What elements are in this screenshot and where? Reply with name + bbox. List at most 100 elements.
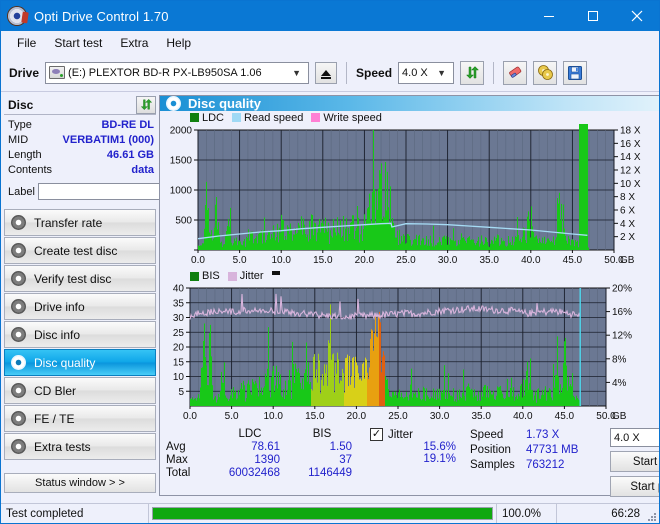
sidebar-item-label: Disc info [34, 327, 81, 342]
svg-text:6 X: 6 X [620, 206, 635, 217]
svg-text:10 X: 10 X [620, 179, 641, 190]
svg-text:GB: GB [612, 411, 627, 422]
marker-icon [271, 271, 280, 275]
close-icon[interactable] [615, 1, 659, 31]
jitter-label: Jitter [388, 428, 413, 441]
svg-text:2 X: 2 X [620, 232, 635, 243]
drive-label: Drive [9, 65, 40, 80]
jitter-max-value: 19.1% [423, 453, 456, 465]
menu-start-test[interactable]: Start test [46, 34, 110, 52]
samples-row: Samples 763212 [470, 458, 610, 473]
content-panel: Disc quality LDC Read speed Write speed … [159, 95, 659, 497]
drive-select[interactable]: (E:) PLEXTOR BD-R PX-LB950SA 1.06 ▼ [45, 61, 310, 84]
disc-icon [11, 411, 26, 426]
svg-text:500: 500 [175, 216, 192, 227]
legend-label: Write speed [323, 111, 382, 124]
status-window-button[interactable]: Status window > > [4, 473, 156, 493]
legend-swatch-icon [190, 113, 199, 122]
menu-file[interactable]: File [9, 34, 44, 52]
disc-quality-icon [166, 96, 181, 111]
bis-chart[interactable]: 5 10 15 20 25 30 35 40 4% 8% 12% 16% 20% 0.0 5.0 10.0 15… [160, 282, 659, 424]
position-stat-value: 47731 MB [526, 444, 579, 456]
ldc-chart[interactable]: 500 1000 1500 2000 2 X 4 X 6 X 8 X 10 X 12 X 14 X 1… [160, 124, 659, 268]
stats-total-ldc: 60032468 [228, 467, 280, 479]
disc-row-type: Type BD-RE DL [8, 118, 154, 133]
tools-button[interactable] [533, 60, 558, 85]
disc-row-length: Length 46.61 GB [8, 148, 154, 163]
sidebar-item-label: FE / TE [34, 411, 75, 426]
ldc-legend: LDC Read speed Write speed [160, 111, 659, 124]
legend-item-jitter: Jitter [227, 270, 264, 282]
samples-stat-label: Samples [470, 459, 515, 471]
disc-icon [11, 355, 26, 370]
svg-text:45.0: 45.0 [563, 255, 583, 266]
sidebar-item-disc-quality[interactable]: Disc quality [4, 349, 156, 376]
sidebar-item-extra-tests[interactable]: Extra tests [4, 433, 156, 460]
speed-row: Speed 1.73 X [470, 428, 610, 443]
resize-grip-icon[interactable] [645, 504, 659, 524]
start-full-button[interactable]: Start full [610, 451, 659, 472]
sidebar-item-create-test-disc[interactable]: Create test disc [4, 237, 156, 264]
disc-refresh-button[interactable] [136, 95, 156, 114]
main-body: Disc Type BD-RE DL MID VERBATIM1 (000) L… [1, 92, 659, 497]
disc-icon [11, 215, 26, 230]
svg-text:5: 5 [178, 387, 184, 398]
svg-text:10: 10 [173, 372, 185, 383]
progress-percent: 100.0% [497, 503, 557, 523]
sidebar-item-label: Extra tests [34, 439, 91, 454]
sidebar-item-cd-bler[interactable]: CD Bler [4, 377, 156, 404]
jitter-checkbox[interactable]: ✓ [370, 428, 383, 441]
sidebar-item-verify-test-disc[interactable]: Verify test disc [4, 265, 156, 292]
test-speed-select[interactable]: 4.0 X ▼ [610, 428, 659, 447]
panel-header: Disc quality [160, 96, 659, 111]
stats-max-bis: 37 [339, 454, 352, 466]
sidebar-item-label: Create test disc [34, 243, 118, 258]
menu-help[interactable]: Help [158, 34, 199, 52]
chevron-down-icon: ▼ [437, 67, 447, 78]
chevron-down-icon: ▼ [292, 67, 302, 78]
disc-row-contents: Contents data [8, 163, 154, 178]
gold-discs-icon [537, 65, 553, 80]
minimize-icon[interactable] [527, 1, 571, 31]
title-bar: Opti Drive Control 1.70 [1, 1, 659, 31]
svg-text:16 X: 16 X [620, 139, 641, 150]
svg-text:8%: 8% [612, 354, 627, 365]
sidebar-item-label: Verify test disc [34, 271, 112, 286]
svg-text:12 X: 12 X [620, 166, 641, 177]
sidebar-item-label: Transfer rate [34, 215, 103, 230]
position-stat-label: Position [470, 444, 511, 456]
svg-text:10.0: 10.0 [271, 255, 291, 266]
svg-text:30.0: 30.0 [430, 411, 450, 422]
sidebar-item-label: Drive info [34, 299, 85, 314]
disc-info-table: Type BD-RE DL MID VERBATIM1 (000) Length… [4, 115, 240, 201]
samples-stat-value: 763212 [526, 459, 565, 471]
disc-icon [11, 327, 26, 342]
stats-avg-bis: 1.50 [329, 441, 352, 453]
jitter-stats: ✓ Jitter 15.6% 19.1% [370, 428, 470, 497]
sidebar-item-transfer-rate[interactable]: Transfer rate [4, 209, 156, 236]
disc-section-header: Disc [4, 95, 156, 115]
speed-select[interactable]: 4.0 X ▼ [398, 61, 455, 84]
eject-button[interactable] [315, 61, 338, 84]
menu-bar: File Start test Extra Help [1, 31, 659, 54]
drive-select-value: (E:) PLEXTOR BD-R PX-LB950SA 1.06 [68, 66, 262, 79]
svg-text:20: 20 [173, 343, 185, 354]
refresh-button[interactable] [460, 60, 485, 85]
svg-text:10.0: 10.0 [263, 411, 283, 422]
svg-text:14 X: 14 X [620, 152, 641, 163]
disc-mid-value: VERBATIM1 (000) [62, 134, 154, 146]
erase-button[interactable] [503, 60, 528, 85]
sidebar-item-drive-info[interactable]: Drive info [4, 293, 156, 320]
sidebar-item-fe-te[interactable]: FE / TE [4, 405, 156, 432]
svg-text:40.0: 40.0 [521, 255, 541, 266]
svg-text:12%: 12% [612, 331, 632, 342]
legend-item-read-speed: Read speed [232, 112, 303, 124]
start-part-button[interactable]: Start part [610, 476, 659, 497]
save-button[interactable] [563, 60, 588, 85]
disc-mid-label: MID [8, 134, 29, 146]
svg-text:1000: 1000 [170, 186, 193, 197]
maximize-icon[interactable] [571, 1, 615, 31]
svg-text:25.0: 25.0 [396, 255, 416, 266]
menu-extra[interactable]: Extra [112, 34, 156, 52]
sidebar-item-disc-info[interactable]: Disc info [4, 321, 156, 348]
